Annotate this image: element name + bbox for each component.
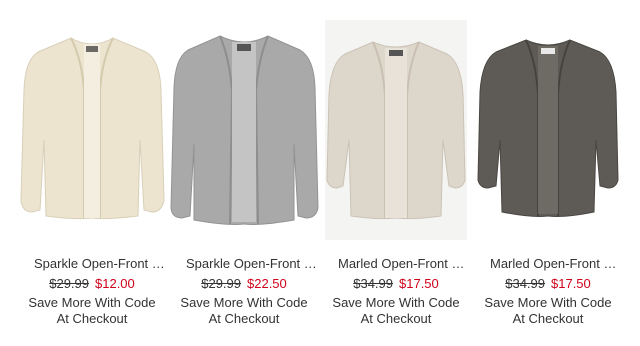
product-card[interactable]: Sparkle Open-Front Cardigan for Girls $2… (168, 0, 320, 346)
price-row: $29.99 $22.50 (168, 276, 320, 291)
price-row: $34.99 $17.50 (320, 276, 472, 291)
product-name[interactable]: Sparkle Open-Front Cardigan for Girls (186, 256, 318, 271)
promo-text: Save More With Code At Checkout (16, 295, 168, 327)
product-card[interactable]: Marled Open-Front Cardigan for Girls $34… (472, 0, 624, 346)
original-price: $34.99 (353, 276, 393, 291)
promo-line: Save More With Code (332, 295, 460, 310)
cardigan-image (20, 37, 165, 220)
promo-text: Save More With Code At Checkout (472, 295, 624, 327)
sale-price: $17.50 (399, 276, 439, 291)
cardigan-image (326, 41, 466, 220)
product-name[interactable]: Sparkle Open-Front Cardigan for Girls (34, 256, 166, 271)
product-image[interactable] (325, 20, 467, 240)
promo-line: Save More With Code (180, 295, 308, 310)
cardigan-image (477, 39, 619, 217)
promo-text: Save More With Code At Checkout (168, 295, 320, 327)
promo-line: At Checkout (360, 311, 432, 326)
product-name[interactable]: Marled Open-Front Cardigan for Girls (338, 256, 470, 271)
product-name[interactable]: Marled Open-Front Cardigan for Girls (490, 256, 622, 271)
product-card[interactable]: Marled Open-Front Cardigan for Girls $34… (320, 0, 472, 346)
promo-line: Save More With Code (28, 295, 156, 310)
promo-text: Save More With Code At Checkout (320, 295, 472, 327)
product-card[interactable]: Sparkle Open-Front Cardigan for Girls $2… (16, 0, 168, 346)
sale-price: $22.50 (247, 276, 287, 291)
price-row: $29.99 $12.00 (16, 276, 168, 291)
price-row: $34.99 $17.50 (472, 276, 624, 291)
product-image[interactable] (168, 20, 320, 240)
sale-price: $12.00 (95, 276, 135, 291)
promo-line: At Checkout (512, 311, 584, 326)
product-image[interactable] (472, 20, 624, 240)
product-grid: Sparkle Open-Front Cardigan for Girls $2… (0, 0, 640, 346)
original-price: $29.99 (201, 276, 241, 291)
cardigan-image (170, 35, 319, 225)
sale-price: $17.50 (551, 276, 591, 291)
product-image[interactable] (16, 20, 168, 240)
original-price: $34.99 (505, 276, 545, 291)
original-price: $29.99 (49, 276, 89, 291)
promo-line: Save More With Code (484, 295, 612, 310)
promo-line: At Checkout (208, 311, 280, 326)
promo-line: At Checkout (56, 311, 128, 326)
